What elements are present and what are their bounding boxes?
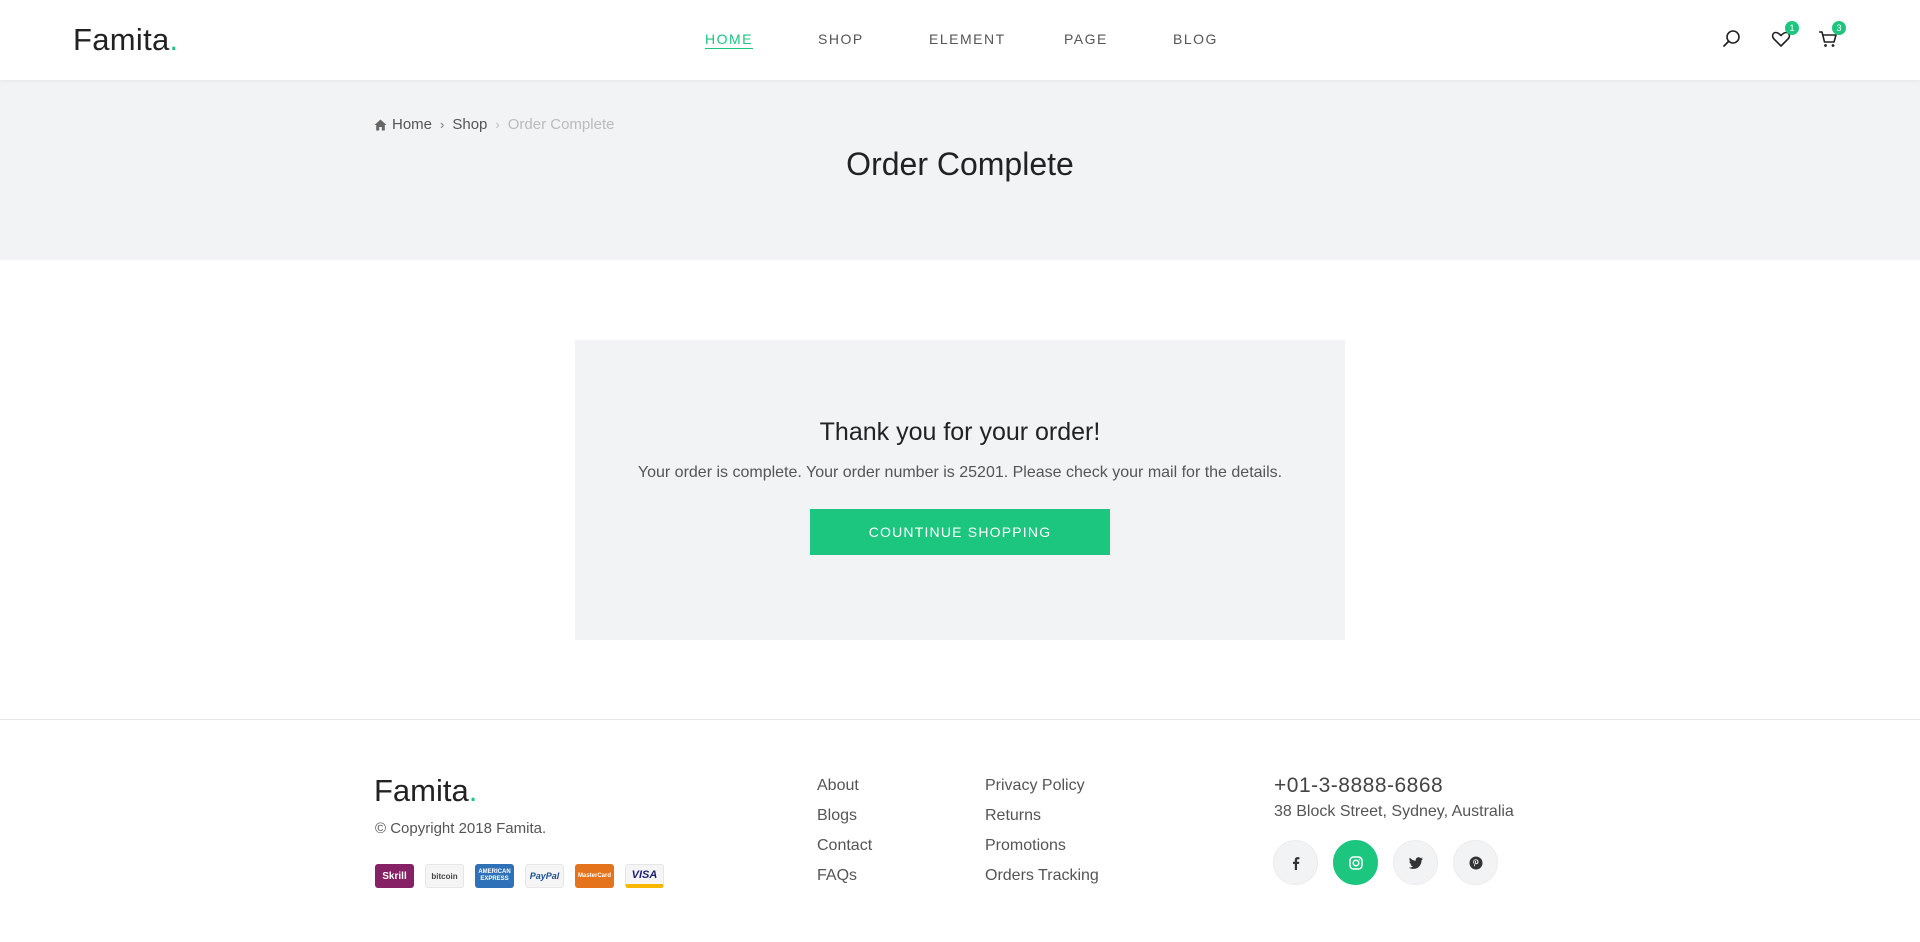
- paypal-logo: PayPal: [525, 864, 564, 888]
- footer-phone: +01-3-8888-6868: [1274, 774, 1444, 797]
- footer-links-col-1: About Blogs Contact FAQs: [817, 776, 872, 885]
- wishlist-count-badge: 1: [1785, 21, 1799, 35]
- pinterest-button[interactable]: [1453, 840, 1498, 885]
- order-message: Your order is complete. Your order numbe…: [637, 464, 1283, 481]
- breadcrumb-home[interactable]: Home: [392, 116, 432, 133]
- footer-link-returns[interactable]: Returns: [985, 806, 1099, 825]
- nav-shop[interactable]: SHOP: [818, 31, 864, 47]
- footer-link-about[interactable]: About: [817, 776, 872, 795]
- social-links: [1273, 840, 1498, 885]
- main-nav: HOME SHOP ELEMENT PAGE BLOG: [0, 31, 1920, 51]
- footer-copyright: © Copyright 2018 Famita.: [375, 820, 547, 837]
- chevron-right-icon: ›: [495, 117, 500, 132]
- amex-logo: AMERICAN EXPRESS: [475, 864, 514, 888]
- footer-link-promotions[interactable]: Promotions: [985, 836, 1099, 855]
- home-icon: [374, 119, 387, 130]
- payment-methods: Skrill bitcoin AMERICAN EXPRESS PayPal M…: [375, 864, 664, 888]
- visa-logo: VISA: [625, 864, 664, 888]
- nav-blog[interactable]: BLOG: [1173, 31, 1218, 47]
- wishlist-button[interactable]: 1: [1770, 21, 1799, 50]
- page-title: Order Complete: [846, 146, 1074, 182]
- twitter-icon: [1408, 856, 1423, 869]
- twitter-button[interactable]: [1393, 840, 1438, 885]
- order-thank-you-heading: Thank you for your order!: [819, 418, 1101, 446]
- footer-address: 38 Block Street, Sydney, Australia: [1274, 803, 1514, 820]
- facebook-icon: [1292, 856, 1299, 870]
- footer-links-col-2: Privacy Policy Returns Promotions Orders…: [985, 776, 1099, 885]
- footer-link-orders-tracking[interactable]: Orders Tracking: [985, 866, 1099, 885]
- facebook-button[interactable]: [1273, 840, 1318, 885]
- site-header: Famita. HOME SHOP ELEMENT PAGE BLOG 1 3: [0, 0, 1920, 80]
- cart-count-badge: 3: [1832, 21, 1846, 35]
- breadcrumb: Home › Shop › Order Complete: [374, 116, 614, 133]
- footer-link-faqs[interactable]: FAQs: [817, 866, 872, 885]
- footer-link-blogs[interactable]: Blogs: [817, 806, 872, 825]
- skrill-logo: Skrill: [375, 864, 414, 888]
- nav-home[interactable]: HOME: [705, 31, 753, 49]
- search-icon[interactable]: [1721, 28, 1743, 50]
- nav-element[interactable]: ELEMENT: [929, 31, 1006, 47]
- bitcoin-logo: bitcoin: [425, 864, 464, 888]
- nav-page[interactable]: PAGE: [1064, 31, 1108, 47]
- cart-button[interactable]: 3: [1817, 21, 1846, 50]
- breadcrumb-current: Order Complete: [507, 116, 615, 133]
- footer-logo[interactable]: Famita.: [374, 773, 477, 809]
- footer-divider: [0, 719, 1920, 720]
- order-complete-panel: Thank you for your order! Your order is …: [575, 340, 1345, 640]
- instagram-icon: [1348, 855, 1363, 870]
- continue-shopping-button[interactable]: COUNTINUE SHOPPING: [810, 509, 1110, 555]
- instagram-button[interactable]: [1333, 840, 1378, 885]
- pinterest-icon: [1469, 856, 1482, 869]
- breadcrumb-shop[interactable]: Shop: [452, 116, 487, 133]
- footer-link-privacy-policy[interactable]: Privacy Policy: [985, 776, 1099, 795]
- page-title-band: Home › Shop › Order Complete Order Compl…: [0, 80, 1920, 260]
- chevron-right-icon: ›: [440, 117, 445, 132]
- mastercard-logo: MasterCard: [575, 864, 614, 888]
- footer-link-contact[interactable]: Contact: [817, 836, 872, 855]
